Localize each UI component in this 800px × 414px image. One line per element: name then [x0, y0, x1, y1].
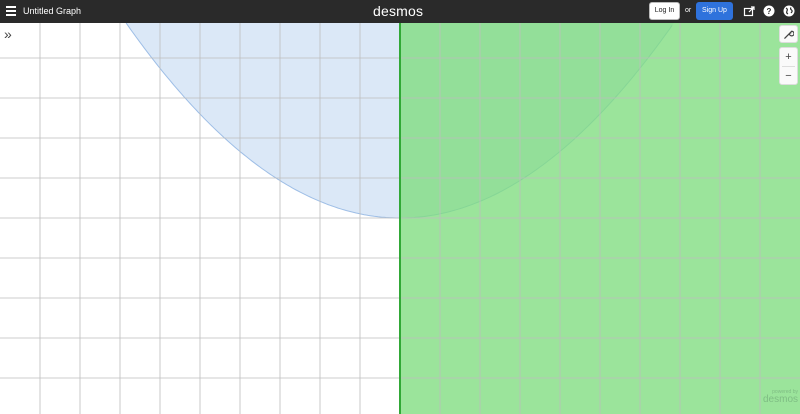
share-icon[interactable] — [743, 5, 755, 17]
graph-title[interactable]: Untitled Graph — [23, 6, 81, 16]
signup-button[interactable]: Sign Up — [696, 2, 733, 20]
zoom-out-button[interactable]: − — [780, 67, 797, 85]
zoom-controls: + − — [779, 47, 798, 85]
help-icon[interactable]: ? — [763, 5, 775, 17]
or-label: or — [685, 7, 692, 14]
hamburger-menu-icon[interactable] — [6, 6, 16, 16]
login-button[interactable]: Log In — [649, 2, 680, 20]
expand-expression-list-icon[interactable]: » — [4, 27, 20, 42]
graph-settings-wrench-icon[interactable] — [779, 25, 798, 43]
svg-text:?: ? — [767, 7, 772, 16]
desmos-logo: desmos — [373, 3, 424, 19]
graph-canvas[interactable] — [0, 23, 800, 414]
powered-by-desmos-watermark[interactable]: powered by desmos — [752, 389, 798, 405]
zoom-in-button[interactable]: + — [780, 48, 797, 66]
language-globe-icon[interactable] — [783, 5, 795, 17]
top-bar: Untitled Graph desmos Log In or Sign Up … — [0, 0, 800, 23]
